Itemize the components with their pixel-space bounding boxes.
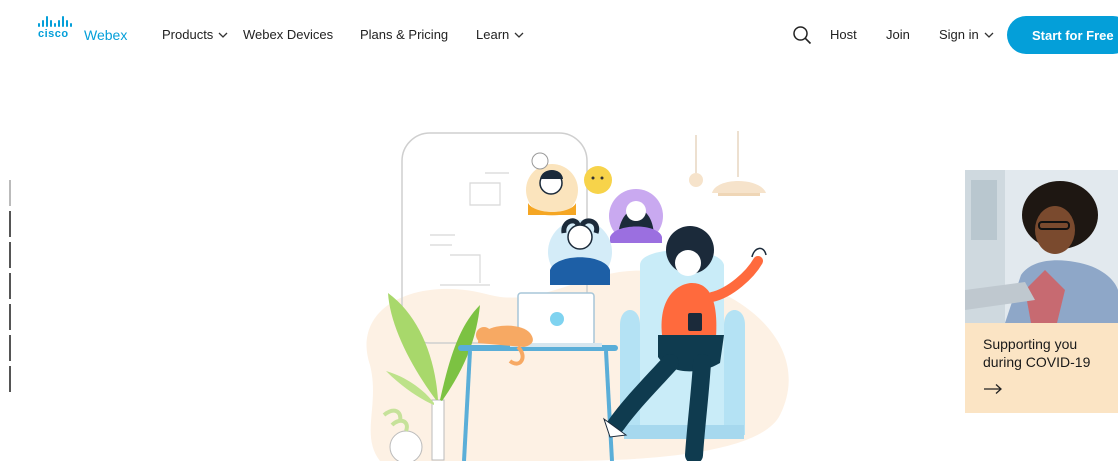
nav-learn-label: Learn xyxy=(476,27,510,42)
nav-products-label: Products xyxy=(162,27,214,42)
site-header: cisco Webex Products Webex Devices Plans… xyxy=(0,0,1118,70)
host-link[interactable]: Host xyxy=(830,27,857,42)
sign-in-label: Sign in xyxy=(939,27,979,42)
covid-promo-card[interactable]: Supporting you during COVID-19 xyxy=(965,170,1118,413)
carousel-indicator[interactable] xyxy=(9,211,11,237)
carousel-indicators xyxy=(9,180,13,395)
carousel-indicator[interactable] xyxy=(9,304,11,330)
start-for-free-button[interactable]: Start for Free xyxy=(1007,16,1118,54)
search-icon[interactable] xyxy=(792,25,812,45)
carousel-indicator[interactable] xyxy=(9,366,11,392)
logo-webex-text: Webex xyxy=(84,27,128,43)
carousel-indicator[interactable] xyxy=(9,242,11,268)
logo-cisco-text: cisco xyxy=(38,28,69,40)
promo-text: Supporting you during COVID-19 xyxy=(983,336,1091,370)
promo-photo-woman-laptop xyxy=(965,170,1118,323)
nav-products[interactable]: Products xyxy=(162,27,229,42)
join-label: Join xyxy=(886,27,910,42)
nav-devices-label: Webex Devices xyxy=(243,27,334,42)
cisco-webex-logo[interactable]: cisco Webex xyxy=(38,15,133,45)
nav-learn[interactable]: Learn xyxy=(476,27,525,42)
promo-body: Supporting you during COVID-19 xyxy=(965,323,1118,413)
cta-label: Start for Free xyxy=(1032,27,1114,43)
carousel-indicator[interactable] xyxy=(9,273,11,299)
nav-pricing-label: Plans & Pricing xyxy=(360,27,449,42)
join-link[interactable]: Join xyxy=(886,27,910,42)
chevron-down-icon xyxy=(514,32,524,38)
sign-in-menu[interactable]: Sign in xyxy=(939,27,995,42)
carousel-indicator[interactable] xyxy=(9,180,11,206)
carousel-indicator[interactable] xyxy=(9,335,11,361)
arrow-right-icon[interactable] xyxy=(983,383,1003,395)
chevron-down-icon xyxy=(218,32,228,38)
host-label: Host xyxy=(830,27,857,42)
cisco-bars-icon xyxy=(38,15,72,27)
chevron-down-icon xyxy=(984,32,994,38)
nav-plans-pricing[interactable]: Plans & Pricing xyxy=(360,27,448,42)
hero-illustration xyxy=(366,131,789,461)
nav-webex-devices[interactable]: Webex Devices xyxy=(243,27,333,42)
